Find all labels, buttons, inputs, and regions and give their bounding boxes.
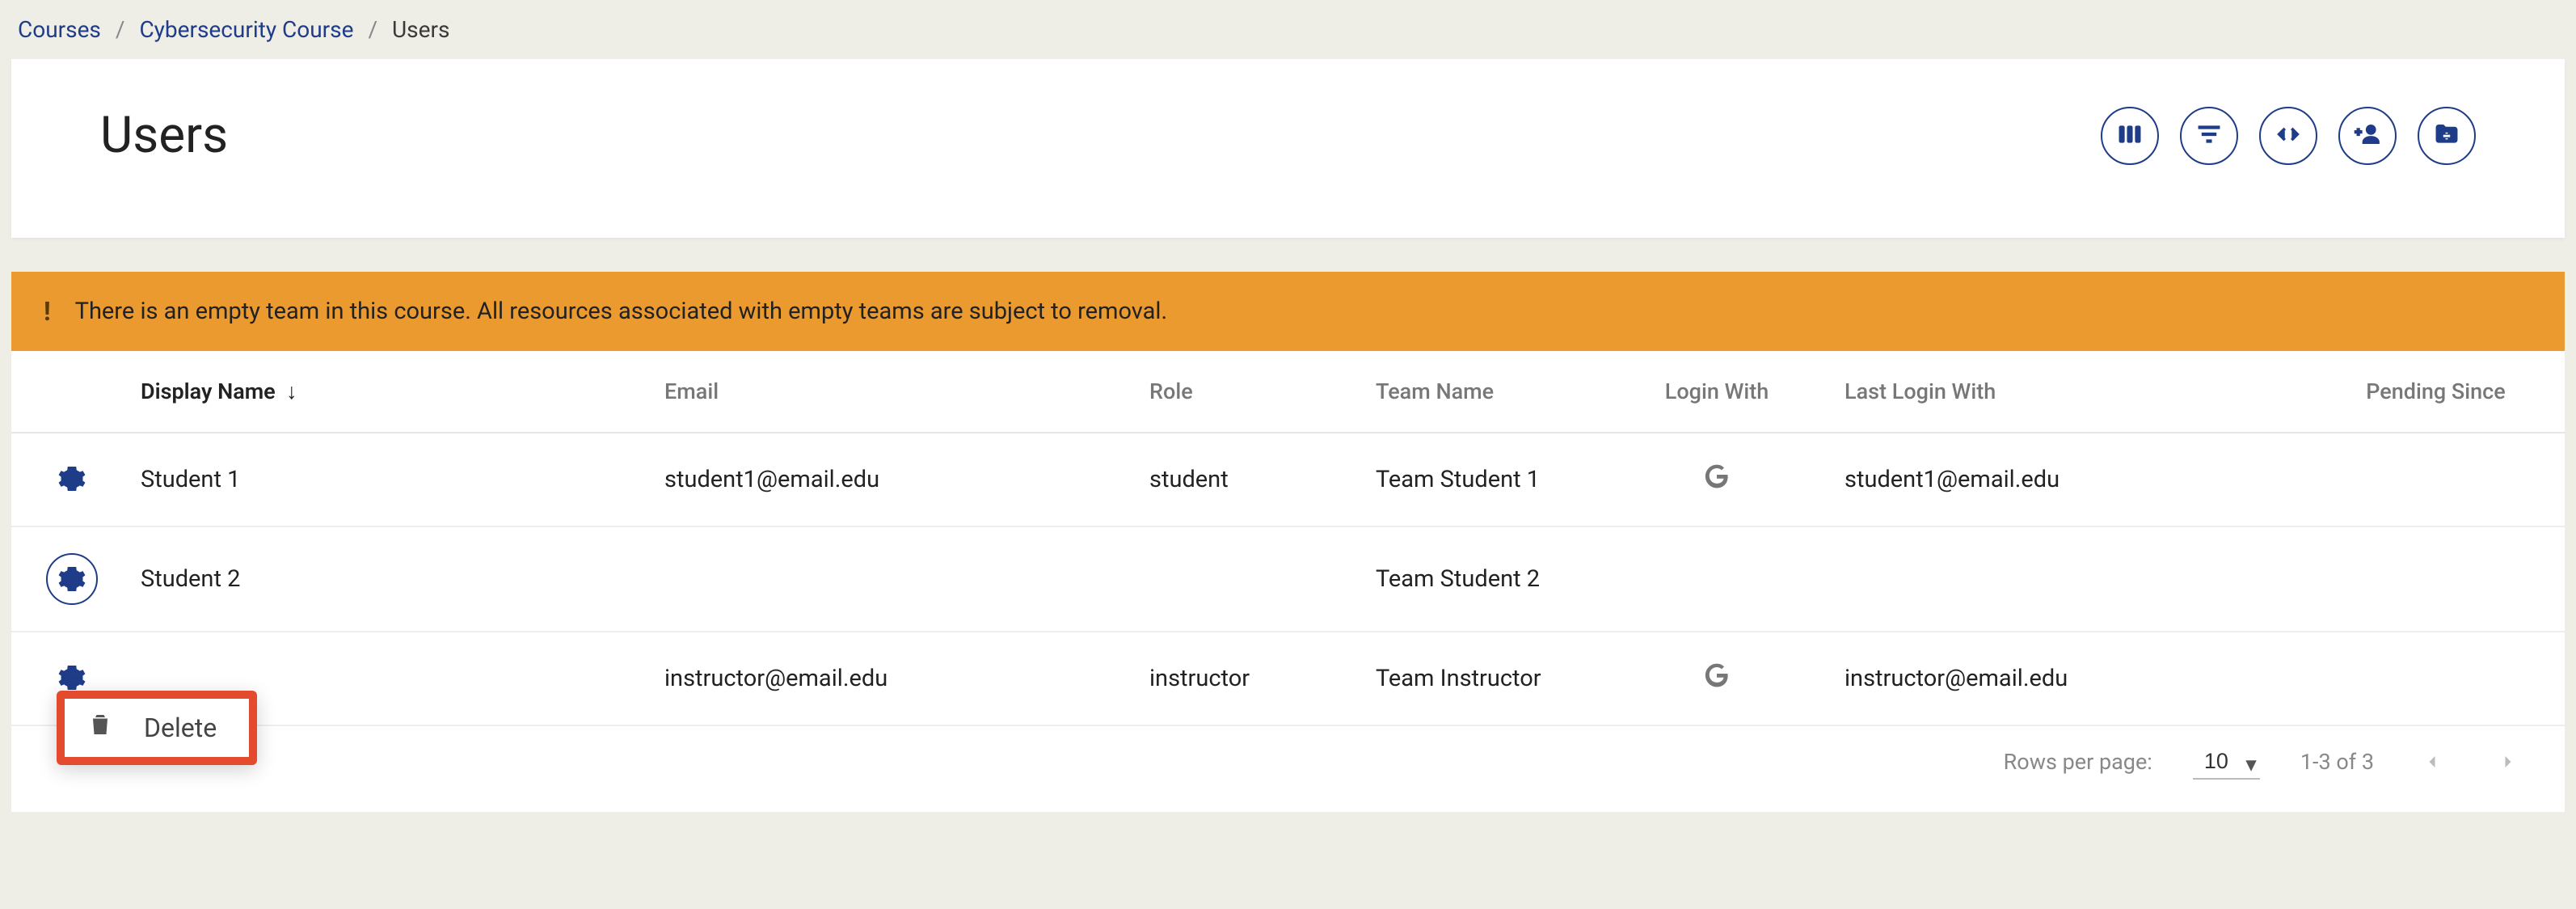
rows-per-page-label: Rows per page: [2004, 749, 2152, 775]
cell-team: Team Student 1 [1376, 466, 1540, 493]
breadcrumb-sep: / [116, 16, 125, 43]
col-header-last-login[interactable]: Last Login With [1830, 351, 2307, 433]
columns-button[interactable] [2101, 107, 2159, 165]
google-icon [1702, 661, 1731, 690]
row-action-menu[interactable]: Delete [57, 691, 257, 765]
add-folder-button[interactable] [2418, 107, 2476, 165]
col-header-login-with[interactable]: Login With [1604, 351, 1830, 433]
cell-last-login: instructor@email.edu [1845, 665, 2068, 692]
row-gear-button[interactable] [46, 553, 98, 605]
col-header-email[interactable]: Email [650, 351, 1135, 433]
col-header-pending[interactable]: Pending Since [2307, 351, 2565, 433]
add-user-icon [2354, 120, 2381, 150]
row-menu-label: Delete [144, 712, 217, 743]
breadcrumb-course-name[interactable]: Cybersecurity Course [139, 16, 353, 43]
code-button[interactable] [2259, 107, 2317, 165]
table-row: Student 2 Team Student 2 [11, 526, 2565, 632]
col-header-actions [11, 351, 133, 433]
col-header-team[interactable]: Team Name [1361, 351, 1604, 433]
col-header-display-name[interactable]: Display Name ↓ [133, 351, 650, 433]
add-user-button[interactable] [2338, 107, 2397, 165]
warning-text: There is an empty team in this course. A… [75, 298, 1167, 325]
cell-display-name: Student 1 [141, 466, 240, 493]
cell-last-login: student1@email.edu [1845, 466, 2060, 493]
page-title: Users [100, 106, 228, 165]
google-icon [1702, 462, 1731, 491]
columns-icon [2116, 120, 2144, 150]
page-header: Users [11, 59, 2565, 238]
users-table: Display Name ↓ Email Role Team Name Logi… [11, 351, 2565, 812]
col-header-role[interactable]: Role [1135, 351, 1361, 433]
cell-team: Team Instructor [1376, 665, 1541, 692]
filter-button[interactable] [2180, 107, 2238, 165]
rows-per-page-select-wrap: 10 ▾ [2193, 744, 2260, 780]
cell-email: instructor@email.edu [664, 665, 887, 692]
trash-icon [86, 710, 115, 746]
sort-arrow-down-icon: ↓ [280, 378, 297, 404]
warning-banner: ! There is an empty team in this course.… [11, 272, 2565, 351]
rows-per-page-select[interactable]: 10 [2193, 744, 2260, 780]
cell-role: student [1149, 466, 1229, 493]
warning-icon: ! [44, 296, 51, 327]
cell-display-name: Student 2 [141, 565, 240, 593]
table-row: Student 1 student1@email.edu student Team S… [11, 433, 2565, 526]
cell-team: Team Student 2 [1376, 565, 1540, 593]
row-gear-button[interactable] [53, 459, 91, 498]
table-footer: Rows per page: 10 ▾ 1-3 of 3 [11, 726, 2565, 812]
breadcrumb-current: Users [392, 16, 449, 43]
add-folder-icon [2433, 120, 2460, 150]
breadcrumb: Courses / Cybersecurity Course / Users [11, 0, 2565, 59]
col-header-label: Display Name [141, 378, 276, 404]
pagination-range: 1-3 of 3 [2300, 749, 2374, 775]
header-action-row [2101, 107, 2476, 165]
prev-page-button[interactable] [2414, 744, 2450, 780]
filter-icon [2195, 120, 2223, 150]
next-page-button[interactable] [2490, 744, 2526, 780]
breadcrumb-sep: / [368, 16, 377, 43]
cell-email: student1@email.edu [664, 466, 879, 493]
code-icon [2275, 120, 2302, 150]
breadcrumb-courses[interactable]: Courses [18, 16, 101, 43]
table-row: instructor@email.edu instructor Team Instr… [11, 632, 2565, 725]
cell-role: instructor [1149, 665, 1250, 692]
